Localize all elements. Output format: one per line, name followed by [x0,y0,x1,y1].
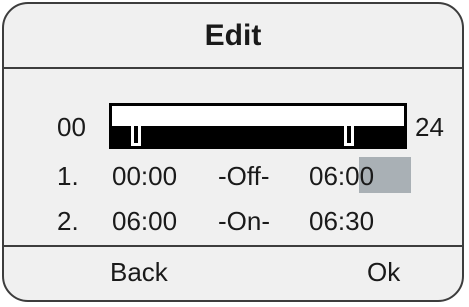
device-screen: Edit 00 24 1. 00:00 -Off- 06:00 2. 06:00… [2,2,464,302]
back-softkey[interactable]: Back [110,257,168,288]
timeline-marker-notch [347,126,352,143]
timeline: 00 24 [4,100,462,152]
schedule-entry-1[interactable]: 1. 00:00 -Off- 06:00 [4,159,462,195]
timeline-end-label: 24 [415,112,444,142]
timeline-start-label: 00 [57,112,86,142]
timeline-marker-1 [131,106,142,146]
schedule-entry-2[interactable]: 2. 06:00 -On- 06:30 [4,204,462,240]
entry-start-time[interactable]: 06:00 [112,206,177,237]
softkey-bar: Back Ok [4,245,462,300]
entry-state[interactable]: -Off- [218,161,270,192]
entry-start-time[interactable]: 00:00 [112,161,177,192]
entry-end-time[interactable]: 06:00 [309,161,374,192]
ok-softkey[interactable]: Ok [367,257,400,288]
timeline-marker-2 [344,106,355,146]
timeline-upper-track [112,106,404,126]
timeline-marker-notch [134,126,139,143]
timeline-bar [109,103,407,149]
entry-index: 1. [57,161,79,191]
entry-end-time[interactable]: 06:30 [309,206,374,237]
entry-state[interactable]: -On- [218,206,270,237]
page-title: Edit [204,18,262,52]
header: Edit [4,4,462,69]
entry-index: 2. [57,206,79,236]
